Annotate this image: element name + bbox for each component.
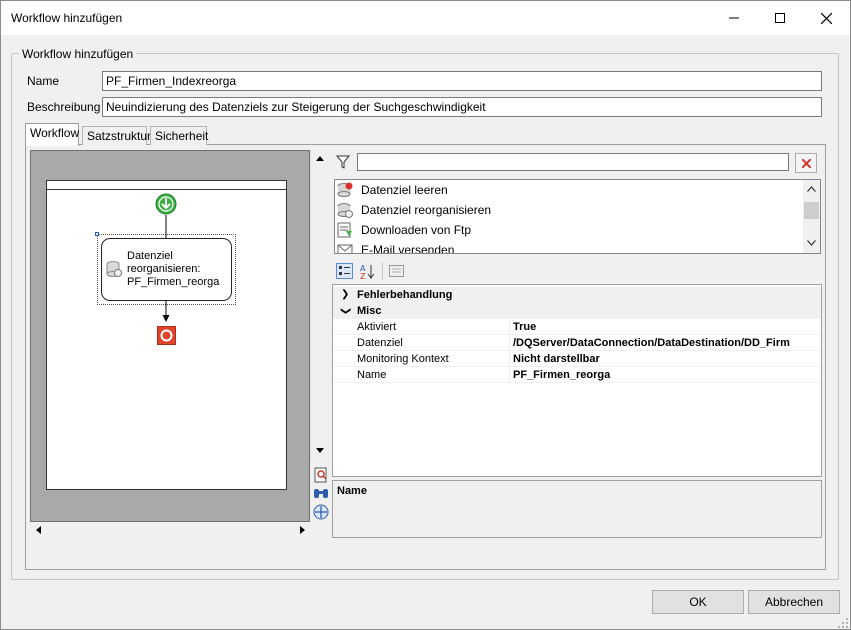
property-row-aktiviert[interactable]: Aktiviert True: [333, 319, 821, 335]
zoom-page-icon[interactable]: [313, 467, 329, 483]
property-row-name[interactable]: Name PF_Firmen_reorga: [333, 367, 821, 383]
selection-handle[interactable]: [95, 232, 99, 236]
pan-icon[interactable]: [313, 504, 329, 520]
category-misc[interactable]: ❯ Misc: [333, 303, 821, 319]
resize-grip-icon[interactable]: [837, 617, 849, 629]
svg-text:Z: Z: [360, 272, 366, 279]
arrow-left-icon: [36, 525, 41, 534]
toolbar-separator: [382, 262, 383, 280]
filter-icon: [336, 155, 350, 169]
reorganize-database-icon: [337, 203, 353, 218]
arrow-up-icon: [315, 156, 324, 161]
clear-filter-button[interactable]: [795, 153, 817, 173]
canvas-vertical-scrollbar[interactable]: [310, 150, 328, 461]
dialog-window: Workflow hinzufügen Workflow hinzufügen …: [0, 0, 851, 630]
canvas-horizontal-scrollbar[interactable]: [30, 522, 311, 537]
property-description-pane: Name: [332, 480, 822, 538]
list-item[interactable]: E-Mail versenden: [337, 240, 454, 253]
window-title: Workflow hinzufügen: [11, 11, 123, 25]
tab-workflow[interactable]: Workflow: [25, 123, 79, 146]
list-item[interactable]: Downloaden von Ftp: [337, 220, 471, 240]
activity-list-scrollbar[interactable]: [803, 180, 820, 253]
end-node-icon[interactable]: [157, 326, 176, 345]
clear-database-icon: [337, 182, 353, 197]
chevron-up-icon[interactable]: [807, 186, 816, 192]
property-toolbar: A Z: [334, 259, 821, 283]
activity-filter-input[interactable]: [357, 153, 789, 171]
arrow-down-icon: [315, 448, 324, 453]
minimize-button[interactable]: [711, 1, 757, 35]
minimize-icon: [729, 17, 739, 19]
delete-icon: [801, 158, 811, 168]
category-fehlerbehandlung[interactable]: ❯ Fehlerbehandlung: [333, 287, 821, 303]
property-pages-icon[interactable]: [388, 263, 405, 279]
close-button[interactable]: [803, 1, 849, 35]
maximize-button[interactable]: [757, 1, 803, 35]
reorganize-database-icon: [106, 261, 122, 277]
list-item[interactable]: Datenziel reorganisieren: [337, 200, 491, 220]
canvas-page-header-line: [47, 189, 286, 190]
email-icon: [337, 244, 353, 253]
title-bar[interactable]: Workflow hinzufügen: [1, 1, 850, 35]
description-label: Beschreibung: [27, 100, 101, 114]
property-row-datenziel[interactable]: Datenziel /DQServer/DataConnection/DataD…: [333, 335, 821, 351]
tab-satzstruktur[interactable]: Satzstruktur: [82, 126, 151, 145]
list-item[interactable]: Datenziel leeren: [337, 180, 448, 200]
maximize-icon: [775, 13, 785, 23]
chevron-down-icon[interactable]: ❯: [337, 307, 353, 315]
scroll-thumb[interactable]: [804, 202, 819, 219]
scroll-up-button[interactable]: [311, 150, 328, 167]
chevron-right-icon[interactable]: ❯: [341, 287, 349, 303]
groupbox-title: Workflow hinzufügen: [19, 47, 137, 61]
property-grid[interactable]: ❯ Fehlerbehandlung ❯ Misc Aktiviert True…: [332, 284, 822, 477]
cancel-button[interactable]: Abbrechen: [748, 590, 840, 614]
arrow-right-icon: [300, 525, 305, 534]
chevron-down-icon[interactable]: [807, 240, 816, 246]
column-divider[interactable]: [509, 319, 510, 383]
start-node-icon[interactable]: [155, 193, 177, 215]
property-row-monitoring-kontext[interactable]: Monitoring Kontext Nicht darstellbar: [333, 351, 821, 367]
scroll-right-button[interactable]: [294, 521, 311, 538]
activity-node-label: Datenziel reorganisieren: PF_Firmen_reor…: [127, 250, 220, 288]
name-label: Name: [27, 74, 60, 88]
connector-arrow-bottom: [162, 301, 170, 322]
name-input[interactable]: PF_Firmen_Indexreorga: [102, 71, 822, 91]
sort-alphabetical-icon[interactable]: A Z: [359, 263, 376, 279]
description-input[interactable]: Neuindizierung des Datenziels zur Steige…: [102, 97, 822, 117]
binoculars-icon[interactable]: [313, 485, 329, 501]
scroll-left-button[interactable]: [30, 521, 47, 538]
tab-sicherheit[interactable]: Sicherheit: [150, 126, 208, 145]
ok-button[interactable]: OK: [652, 590, 744, 614]
categorized-icon[interactable]: [336, 263, 353, 279]
scroll-down-button[interactable]: [311, 442, 328, 459]
ftp-download-icon: [337, 222, 352, 238]
activity-list[interactable]: Datenziel leeren Datenziel reorganisiere…: [334, 179, 821, 254]
close-icon: [820, 12, 832, 24]
